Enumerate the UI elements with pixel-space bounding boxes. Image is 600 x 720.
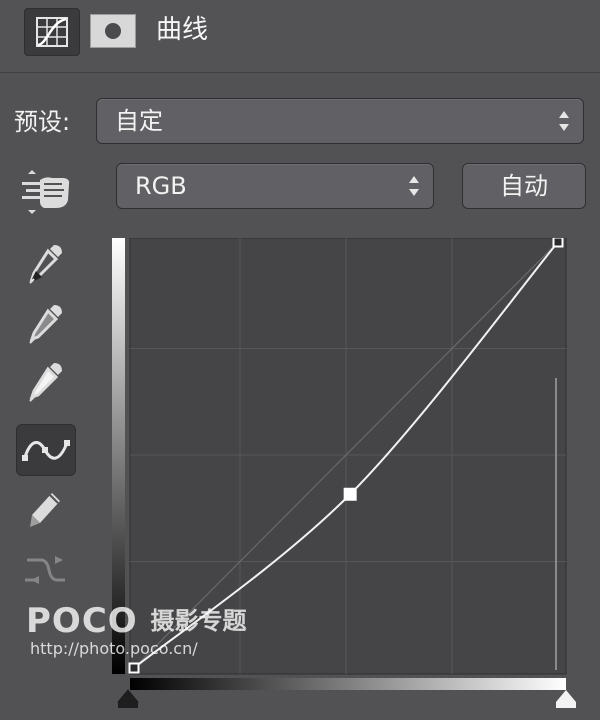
white-point-eyedropper-icon[interactable]	[16, 356, 76, 408]
updown-arrow-icon	[559, 111, 569, 131]
watermark: POCO 摄影专题 http://photo.poco.cn/	[26, 603, 247, 659]
black-point-eyedropper-icon[interactable]	[16, 238, 76, 290]
preset-select[interactable]: 自定	[96, 98, 584, 144]
black-point-slider[interactable]	[116, 689, 140, 703]
auto-button[interactable]: 自动	[462, 163, 586, 209]
on-image-adjust-icon[interactable]	[16, 166, 76, 218]
input-gradient-bar	[130, 678, 566, 690]
panel-header: 曲线	[0, 0, 600, 73]
smooth-curve-icon[interactable]	[16, 544, 76, 596]
watermark-title: 摄影专题	[150, 607, 247, 635]
watermark-brand: POCO	[26, 601, 138, 641]
layer-mask-icon[interactable]	[90, 14, 136, 48]
curve-endpoint[interactable]	[128, 662, 140, 674]
channel-select[interactable]: RGB	[116, 163, 434, 209]
preset-value: 自定	[115, 107, 163, 135]
panel-title: 曲线	[156, 15, 209, 45]
mask-circle	[105, 23, 121, 39]
channel-value: RGB	[135, 172, 187, 200]
gray-point-eyedropper-icon[interactable]	[16, 298, 76, 350]
white-point-slider[interactable]	[556, 690, 576, 702]
black-point-slider-base[interactable]	[118, 702, 138, 708]
edit-points-icon[interactable]	[16, 424, 76, 476]
curves-adjustment-icon[interactable]	[24, 8, 80, 56]
curve-endpoint[interactable]	[552, 238, 564, 248]
updown-arrow-icon	[409, 176, 419, 196]
curve-control-point[interactable]	[343, 487, 357, 501]
pencil-icon[interactable]	[16, 484, 76, 536]
preset-label: 预设:	[14, 108, 71, 136]
watermark-url: http://photo.poco.cn/	[30, 639, 198, 658]
white-point-slider-base[interactable]	[556, 702, 576, 708]
